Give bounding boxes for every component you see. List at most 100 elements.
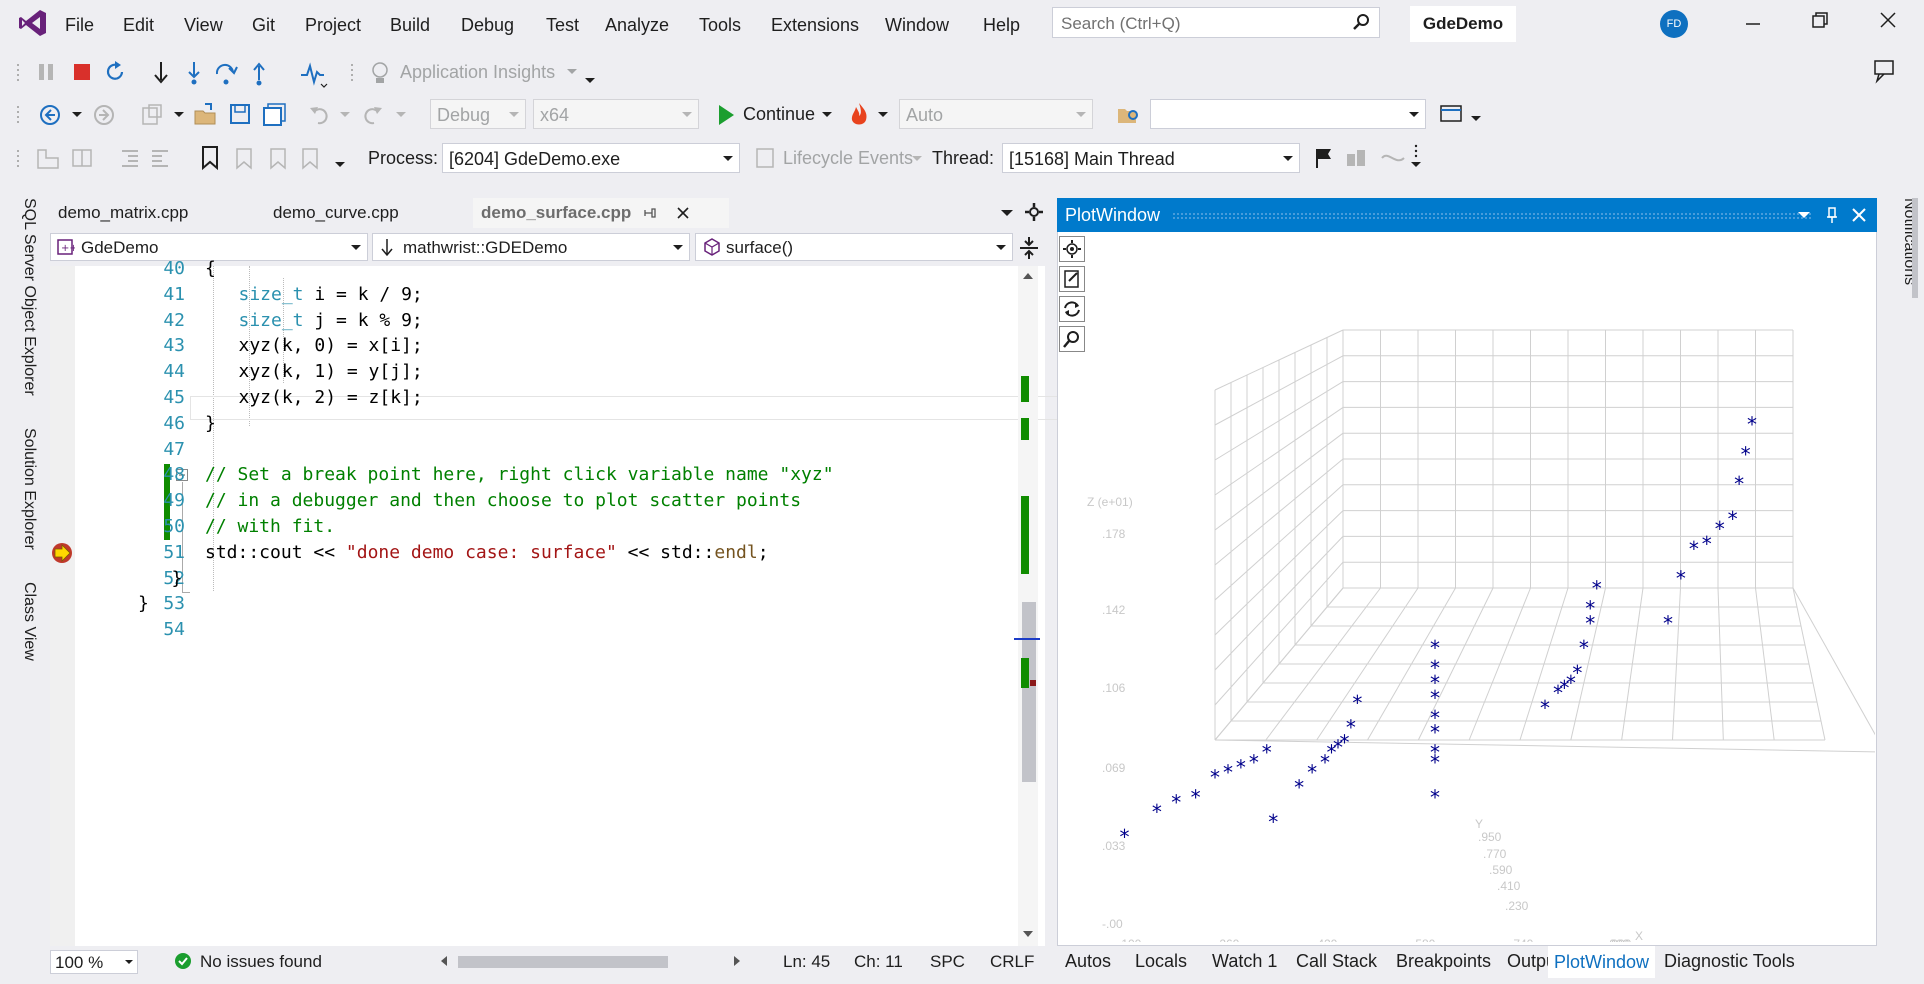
code-line[interactable]: 49 // in a debugger and then choose to pl… [50, 490, 1010, 516]
threads-flag-icon[interactable] [1344, 146, 1368, 170]
lightbulb-icon[interactable] [370, 60, 390, 86]
tool-tab-call-stack[interactable]: Call Stack [1296, 951, 1377, 972]
settings-icon[interactable] [1059, 236, 1085, 262]
previous-bookmark-icon[interactable] [232, 145, 256, 171]
save-all-icon[interactable] [262, 102, 288, 128]
chevron-down-icon[interactable] [878, 112, 888, 118]
line-ending-indicator[interactable]: CRLF [990, 952, 1034, 972]
chevron-down-icon[interactable] [72, 112, 82, 118]
overflow-icon[interactable] [1410, 142, 1422, 172]
overflow-icon[interactable] [334, 154, 346, 168]
navigate-back-icon[interactable] [38, 103, 62, 127]
tab-overflow-icon[interactable] [1000, 208, 1014, 218]
code-line[interactable]: 52} [50, 568, 1010, 594]
lifecycle-events-button[interactable]: Lifecycle Events [783, 148, 913, 169]
menu-item-window[interactable]: Window [885, 15, 949, 36]
redo-icon[interactable] [360, 102, 384, 126]
feedback-icon[interactable] [1872, 58, 1898, 84]
code-line[interactable]: 45 xyz(k, 2) = z[k]; [50, 387, 1010, 413]
step-into-icon[interactable] [150, 60, 172, 86]
next-bookmark-icon[interactable] [266, 145, 290, 171]
line-indicator[interactable]: Ln: 45 [783, 952, 830, 972]
outdent-icon[interactable] [148, 146, 172, 170]
pin-icon[interactable] [643, 206, 657, 220]
issues-status[interactable]: No issues found [200, 952, 322, 972]
scroll-left-icon[interactable] [440, 955, 448, 967]
app-insights-button[interactable]: Application Insights [400, 62, 555, 83]
vertical-scrollbar[interactable] [1014, 266, 1040, 946]
platform-select[interactable]: x64 [533, 99, 699, 129]
zoom-icon[interactable] [1059, 326, 1085, 352]
stop-icon[interactable] [72, 62, 92, 82]
tab-demo-surface-cpp[interactable]: demo_surface.cpp [473, 198, 729, 228]
bookmark-icon[interactable] [200, 145, 220, 171]
flag-icon[interactable] [1312, 146, 1334, 170]
step-out-icon[interactable] [248, 60, 270, 86]
overflow-icon[interactable] [1470, 112, 1482, 124]
stack-frame-icon[interactable] [1380, 146, 1406, 170]
code-line[interactable]: 47 [50, 439, 1010, 465]
auto-select[interactable]: Auto [899, 99, 1093, 129]
tool-tab-plotwindow[interactable]: PlotWindow [1548, 946, 1656, 978]
process-select[interactable]: [6204] GdeDemo.exe [442, 143, 740, 173]
hot-reload-icon[interactable] [846, 101, 872, 129]
menu-item-extensions[interactable]: Extensions [771, 15, 859, 36]
column-indicator[interactable]: Ch: 11 [854, 952, 903, 972]
close-tab-icon[interactable] [676, 206, 690, 220]
tab-demo-curve-cpp[interactable]: demo_curve.cpp [265, 198, 481, 228]
menu-item-test[interactable]: Test [546, 15, 579, 36]
scope-select[interactable]: mathwrist::GDEDemo [372, 233, 690, 261]
menu-item-file[interactable]: File [65, 15, 94, 36]
split-icon[interactable] [1018, 235, 1040, 261]
menu-item-build[interactable]: Build [390, 15, 430, 36]
open-file-icon[interactable] [193, 102, 219, 128]
navigate-forward-icon[interactable] [92, 103, 116, 127]
search-input[interactable]: Search (Ctrl+Q) [1052, 7, 1380, 38]
save-icon[interactable] [228, 102, 252, 126]
edit-clipboard-icon[interactable] [1059, 266, 1085, 292]
tool-tab-autos[interactable]: Autos [1065, 951, 1111, 972]
whitespace-indicator[interactable]: SPC [930, 952, 965, 972]
step-over-icon[interactable] [213, 60, 239, 86]
chevron-down-icon[interactable] [1797, 210, 1811, 220]
minimize-icon[interactable] [1743, 10, 1763, 30]
side-tab-solution-explorer[interactable]: Solution Explorer [12, 428, 38, 550]
drag-handle[interactable] [1172, 212, 1812, 220]
close-panel-icon[interactable] [1851, 207, 1867, 223]
thread-select[interactable]: [15168] Main Thread [1002, 143, 1300, 173]
side-tab-sql-server-object-explorer[interactable]: SQL Server Object Explorer [12, 198, 38, 396]
configuration-select[interactable]: Debug [430, 99, 526, 129]
horizontal-scroll-thumb[interactable] [458, 956, 668, 968]
window-layout-icon[interactable] [1438, 102, 1466, 128]
code-line[interactable]: 42 size_t j = k % 9; [50, 310, 1010, 336]
tool-tab-breakpoints[interactable]: Breakpoints [1396, 951, 1491, 972]
restore-icon[interactable] [1810, 10, 1830, 30]
code-line[interactable]: 44 xyz(k, 1) = y[j]; [50, 361, 1010, 387]
scroll-thumb[interactable] [1022, 602, 1036, 782]
zoom-select[interactable]: 100 % [50, 950, 138, 974]
menu-item-tools[interactable]: Tools [699, 15, 741, 36]
chevron-down-icon[interactable] [822, 112, 832, 118]
scroll-down-icon[interactable] [1022, 930, 1034, 938]
code-line[interactable]: 53} [50, 593, 1010, 619]
chevron-down-icon[interactable] [174, 112, 184, 118]
tool-tab-diagnostic-tools[interactable]: Diagnostic Tools [1664, 951, 1795, 972]
continue-button[interactable]: Continue [743, 104, 815, 125]
layout-alt-icon[interactable] [70, 146, 94, 170]
code-line[interactable]: 46} [50, 413, 1010, 439]
restart-icon[interactable] [103, 60, 127, 84]
layout-icon[interactable] [36, 146, 62, 170]
refresh-icon[interactable] [1059, 296, 1085, 322]
play-icon[interactable] [716, 103, 736, 127]
gear-icon[interactable] [1024, 202, 1044, 222]
undo-icon[interactable] [308, 102, 332, 126]
menu-item-view[interactable]: View [184, 15, 223, 36]
code-line[interactable]: 43 xyz(k, 0) = x[i]; [50, 335, 1010, 361]
chevron-down-icon[interactable] [340, 112, 350, 118]
step-into-specific-icon[interactable] [183, 60, 205, 86]
overflow-icon[interactable] [584, 68, 596, 84]
find-in-files-icon[interactable] [1116, 103, 1142, 127]
menu-item-project[interactable]: Project [305, 15, 361, 36]
chevron-down-icon[interactable] [396, 112, 406, 118]
scatter-plot-3d[interactable]: .178.142.106.069.033-.00Z (e+01).100.260… [1085, 262, 1875, 942]
